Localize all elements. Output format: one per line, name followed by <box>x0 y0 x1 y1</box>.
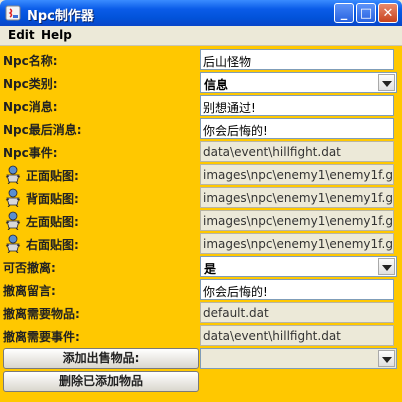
menu-edit[interactable]: Edit <box>8 28 35 42</box>
sprite-icon <box>5 234 21 253</box>
close-button[interactable]: ✕ <box>378 3 398 23</box>
row-delete: 删除已添加物品 <box>0 370 402 393</box>
type-select[interactable]: 信息 <box>200 72 397 93</box>
menu-bar: Edit Help <box>0 26 402 46</box>
minimize-icon: _ <box>340 6 348 21</box>
leave-message-label: 撤离留言: <box>3 284 56 298</box>
row-back-image: 背面贴图: images\npc\enemy1\enemy1f.gif <box>0 186 402 209</box>
last-message-label: Npc最后消息: <box>3 123 82 137</box>
leave-event-field[interactable]: data\event\hillfight.dat <box>200 325 394 346</box>
sale-item-select[interactable] <box>200 348 397 369</box>
front-image-label: 正面贴图: <box>26 169 79 183</box>
front-image-field[interactable]: images\npc\enemy1\enemy1f.gif <box>200 164 394 185</box>
back-image-field[interactable]: images\npc\enemy1\enemy1f.gif <box>200 187 394 208</box>
leave-event-label: 撤离需要事件: <box>3 330 80 344</box>
app-window: Npc制作器 _ □ ✕ Edit Help Npc名称: 后山怪物 Npc类别… <box>0 0 402 402</box>
event-field[interactable]: data\event\hillfight.dat <box>200 141 394 162</box>
row-can-leave: 可否撤离: 是 <box>0 255 402 278</box>
row-name: Npc名称: 后山怪物 <box>0 48 402 71</box>
minimize-button[interactable]: _ <box>334 3 354 23</box>
row-leave-message: 撤离留言: 你会后悔的! <box>0 278 402 301</box>
chevron-down-icon[interactable] <box>378 350 395 367</box>
left-image-field[interactable]: images\npc\enemy1\enemy1f.gif <box>200 210 394 231</box>
last-message-field[interactable]: 你会后悔的! <box>200 118 394 139</box>
right-image-label: 右面贴图: <box>26 238 79 252</box>
right-image-field[interactable]: images\npc\enemy1\enemy1f.gif <box>200 233 394 254</box>
message-label: Npc消息: <box>3 100 58 114</box>
title-bar[interactable]: Npc制作器 _ □ ✕ <box>0 0 402 26</box>
sprite-icon <box>5 211 21 230</box>
chevron-down-icon[interactable] <box>378 74 395 91</box>
sprite-icon <box>5 188 21 207</box>
message-field[interactable]: 别想通过! <box>200 95 394 116</box>
add-sale-item-button[interactable]: 添加出售物品: <box>3 348 199 369</box>
can-leave-label: 可否撤离: <box>3 261 56 275</box>
row-front-image: 正面贴图: images\npc\enemy1\enemy1f.gif <box>0 163 402 186</box>
row-event: Npc事件: data\event\hillfight.dat <box>0 140 402 163</box>
sprite-icon <box>5 165 21 184</box>
close-icon: ✕ <box>382 6 394 21</box>
can-leave-select[interactable]: 是 <box>200 256 397 277</box>
type-label: Npc类别: <box>3 77 58 91</box>
row-message: Npc消息: 别想通过! <box>0 94 402 117</box>
leave-item-field[interactable]: default.dat <box>200 302 394 323</box>
name-field[interactable]: 后山怪物 <box>200 49 394 70</box>
form-panel: Npc名称: 后山怪物 Npc类别: 信息 Npc消息: 别想通过! Npc最后… <box>0 46 402 402</box>
window-title: Npc制作器 <box>27 9 94 24</box>
row-leave-item: 撤离需要物品: default.dat <box>0 301 402 324</box>
java-app-icon <box>5 5 21 21</box>
left-image-label: 左面贴图: <box>26 215 79 229</box>
leave-message-field[interactable]: 你会后悔的! <box>200 279 394 300</box>
back-image-label: 背面贴图: <box>26 192 79 206</box>
row-leave-event: 撤离需要事件: data\event\hillfight.dat <box>0 324 402 347</box>
type-select-value: 信息 <box>204 78 229 92</box>
chevron-down-icon[interactable] <box>378 258 395 275</box>
row-type: Npc类别: 信息 <box>0 71 402 94</box>
can-leave-select-value: 是 <box>204 262 217 276</box>
row-right-image: 右面贴图: images\npc\enemy1\enemy1f.gif <box>0 232 402 255</box>
name-label: Npc名称: <box>3 54 58 68</box>
row-left-image: 左面贴图: images\npc\enemy1\enemy1f.gif <box>0 209 402 232</box>
maximize-icon: □ <box>359 6 373 21</box>
row-last-message: Npc最后消息: 你会后悔的! <box>0 117 402 140</box>
menu-help[interactable]: Help <box>41 28 72 42</box>
maximize-button[interactable]: □ <box>356 3 376 23</box>
event-label: Npc事件: <box>3 146 58 160</box>
delete-added-items-button[interactable]: 删除已添加物品 <box>3 371 199 392</box>
row-add-sale: 添加出售物品: <box>0 347 402 370</box>
leave-item-label: 撤离需要物品: <box>3 307 80 321</box>
